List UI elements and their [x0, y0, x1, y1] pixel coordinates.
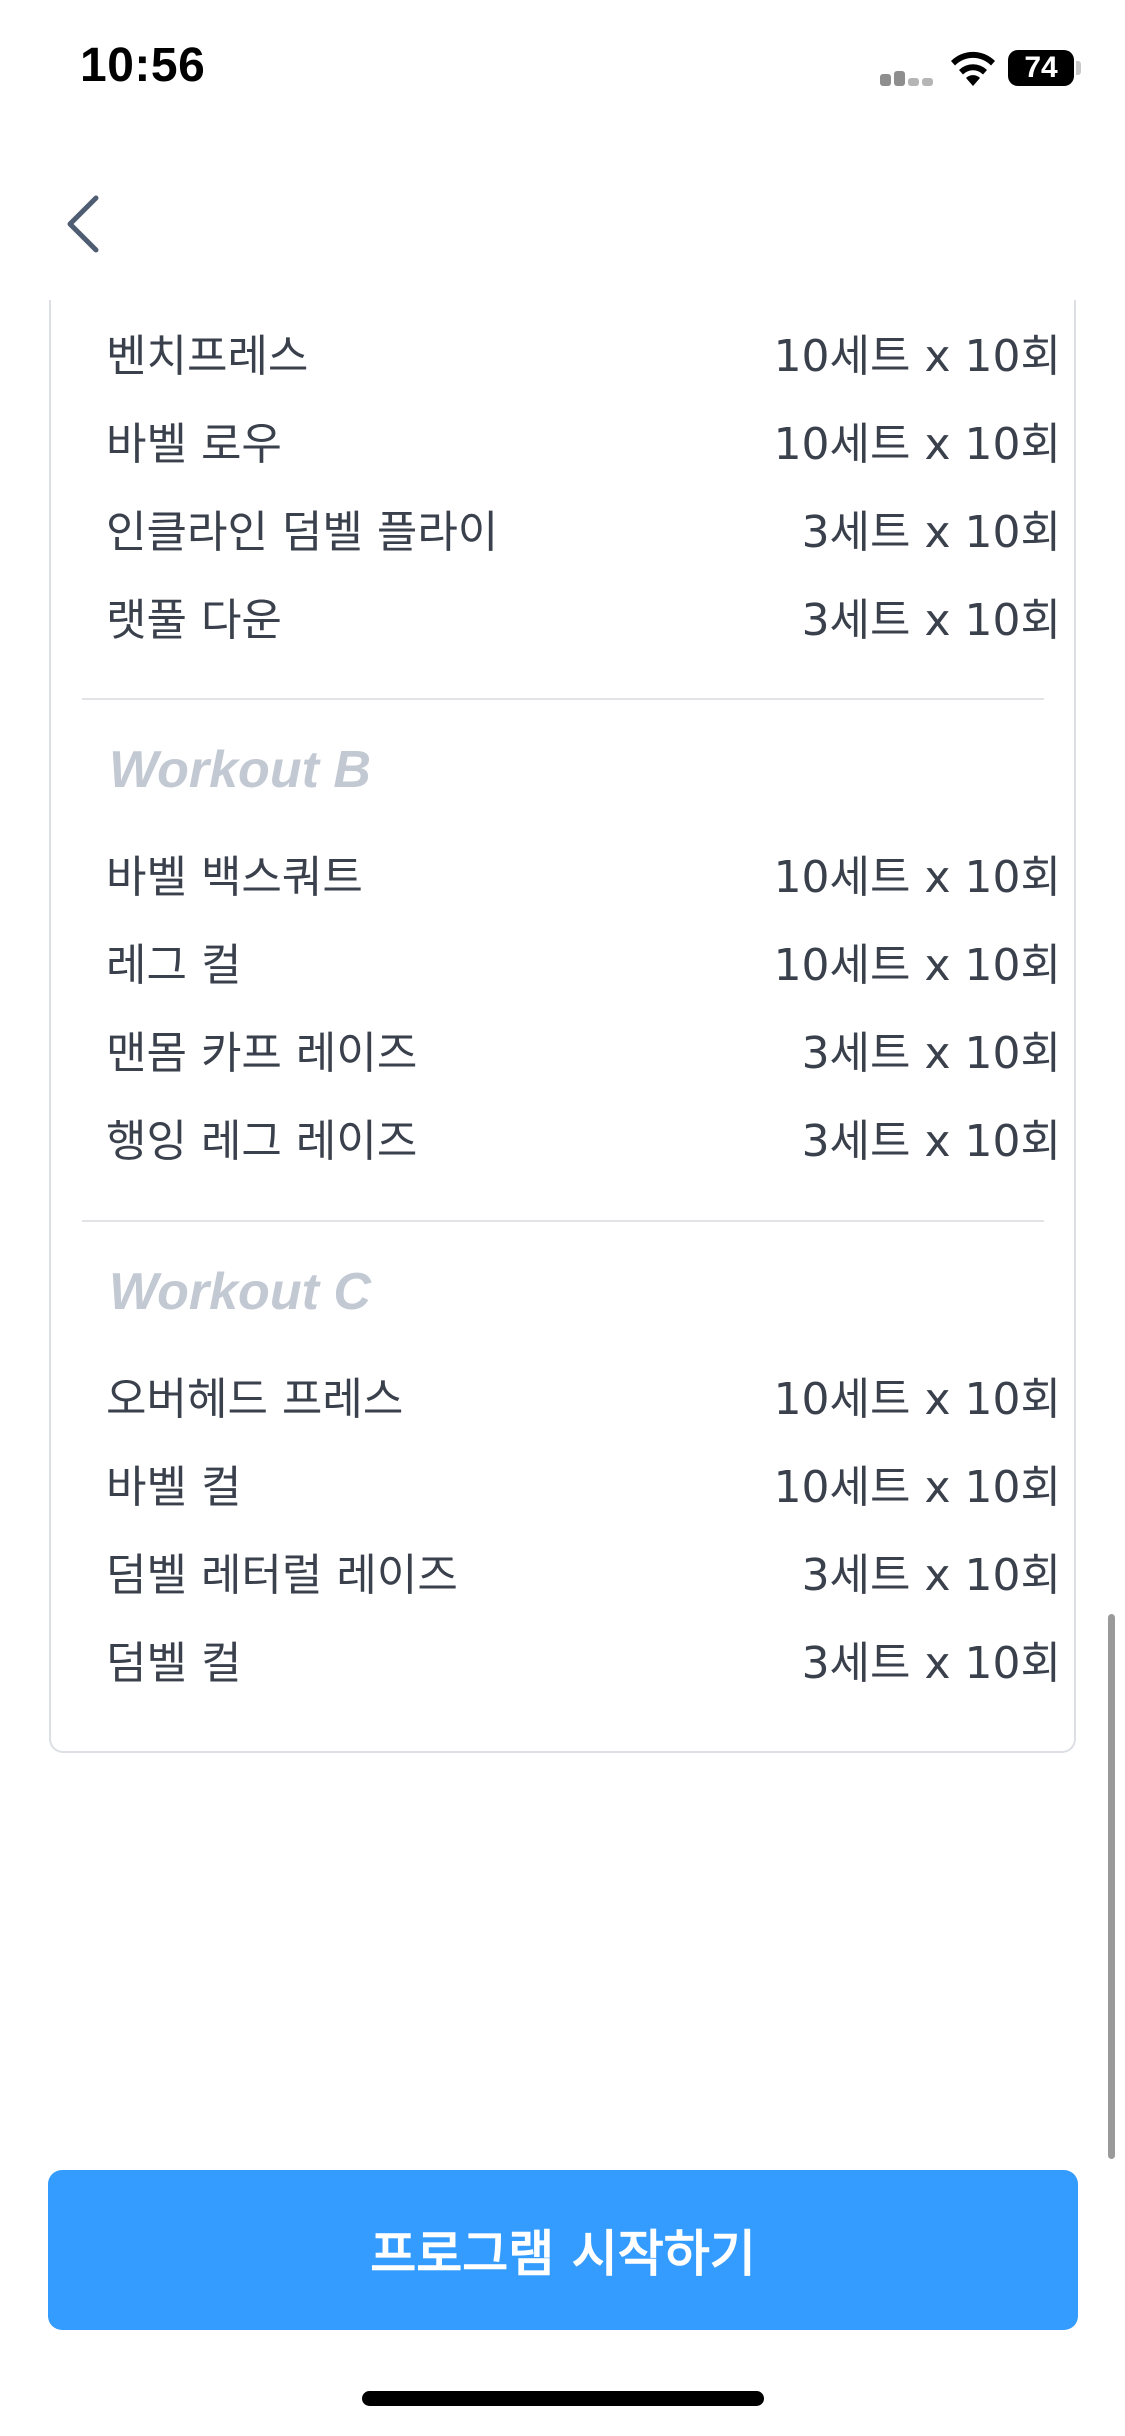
exercise-row: 행잉 레그 레이즈 3세트 x 10회 — [106, 1098, 1061, 1186]
section-divider — [82, 698, 1044, 700]
status-time: 10:56 — [80, 39, 206, 92]
exercise-name: 덤벨 레터럴 레이즈 — [106, 1550, 458, 1601]
exercise-name: 랫풀 다운 — [106, 595, 282, 646]
home-indicator[interactable] — [362, 2391, 764, 2406]
workout-title: Workout B — [109, 741, 371, 799]
exercise-name: 맨몸 카프 레이즈 — [106, 1028, 418, 1079]
exercise-row: 오버헤드 프레스 10세트 x 10회 — [106, 1356, 1061, 1444]
wifi-icon — [951, 51, 995, 86]
section-divider — [82, 1220, 1044, 1222]
exercise-row: 벤치프레스 10세트 x 10회 — [106, 313, 1061, 401]
workout-title: Workout C — [109, 1263, 371, 1321]
exercise-sets: 3세트 x 10회 — [801, 1028, 1061, 1079]
exercise-row: 맨몸 카프 레이즈 3세트 x 10회 — [106, 1010, 1061, 1098]
scrollbar[interactable] — [1108, 1614, 1115, 2159]
exercise-row: 랫풀 다운 3세트 x 10회 — [106, 577, 1061, 665]
exercise-row: 바벨 컬 10세트 x 10회 — [106, 1444, 1061, 1532]
start-program-label: 프로그램 시작하기 — [370, 2225, 756, 2283]
exercise-name: 바벨 컬 — [106, 1462, 242, 1513]
exercise-sets: 3세트 x 10회 — [801, 1116, 1061, 1167]
exercise-sets: 3세트 x 10회 — [801, 595, 1061, 646]
exercise-sets: 10세트 x 10회 — [773, 1462, 1061, 1513]
exercise-sets: 10세트 x 10회 — [773, 940, 1061, 991]
exercise-name: 행잉 레그 레이즈 — [106, 1116, 418, 1167]
exercise-name: 바벨 로우 — [106, 419, 282, 470]
program-detail-screen: 벤치프레스 10세트 x 10회 바벨 로우 10세트 x 10회 인클라인 덤… — [0, 0, 1125, 2436]
exercise-row: 인클라인 덤벨 플라이 3세트 x 10회 — [106, 489, 1061, 577]
chevron-left-icon[interactable] — [52, 184, 118, 264]
nav-bar — [0, 140, 1125, 300]
exercise-sets: 10세트 x 10회 — [773, 852, 1061, 903]
signal-icon — [880, 66, 936, 86]
exercise-name: 덤벨 컬 — [106, 1638, 242, 1689]
exercise-sets: 3세트 x 10회 — [801, 1550, 1061, 1601]
exercise-row: 바벨 로우 10세트 x 10회 — [106, 401, 1061, 489]
start-program-button[interactable]: 프로그램 시작하기 — [48, 2170, 1078, 2330]
exercise-row: 레그 컬 10세트 x 10회 — [106, 922, 1061, 1010]
exercise-name: 벤치프레스 — [106, 331, 309, 382]
exercise-sets: 3세트 x 10회 — [801, 1638, 1061, 1689]
exercise-row: 덤벨 컬 3세트 x 10회 — [106, 1620, 1061, 1708]
status-bar: 10:56 74 — [0, 0, 1125, 140]
exercise-name: 레그 컬 — [106, 940, 242, 991]
exercise-sets: 3세트 x 10회 — [801, 507, 1061, 558]
exercise-name: 바벨 백스쿼트 — [106, 852, 363, 903]
exercise-sets: 10세트 x 10회 — [773, 419, 1061, 470]
exercise-row: 덤벨 레터럴 레이즈 3세트 x 10회 — [106, 1532, 1061, 1620]
exercise-row: 바벨 백스쿼트 10세트 x 10회 — [106, 834, 1061, 922]
exercise-sets: 10세트 x 10회 — [773, 1374, 1061, 1425]
exercise-sets: 10세트 x 10회 — [773, 331, 1061, 382]
battery-icon: 74 — [1008, 50, 1074, 86]
battery-nub — [1076, 61, 1081, 75]
exercise-name: 인클라인 덤벨 플라이 — [106, 507, 499, 558]
workout-program-card: 벤치프레스 10세트 x 10회 바벨 로우 10세트 x 10회 인클라인 덤… — [49, 210, 1076, 1753]
exercise-name: 오버헤드 프레스 — [106, 1374, 404, 1425]
